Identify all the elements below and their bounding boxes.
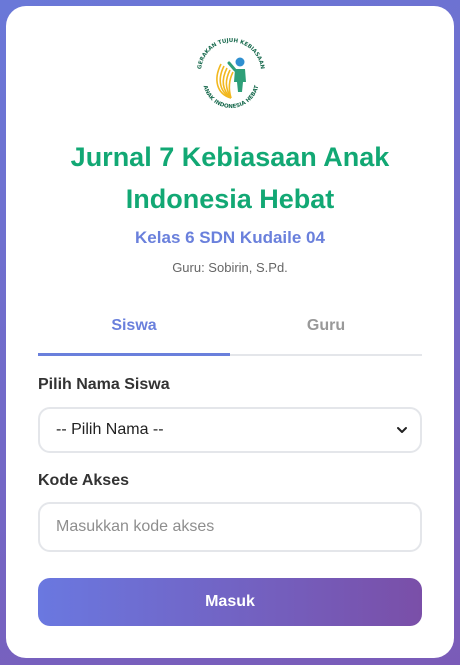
access-code-input[interactable]: Masukkan kode akses	[38, 502, 422, 552]
login-button[interactable]: Masuk	[38, 578, 422, 626]
tab-siswa[interactable]: Siswa	[38, 306, 230, 356]
access-code-placeholder: Masukkan kode akses	[56, 518, 215, 535]
chevron-down-icon	[397, 427, 407, 433]
seven-habits-logo-icon: GERAKAN TUJUH KEBIASAAN ANAK INDONESIA H…	[191, 36, 271, 112]
tab-guru[interactable]: Guru	[230, 306, 422, 354]
role-tabs: Siswa Guru	[38, 306, 422, 356]
login-card: GERAKAN TUJUH KEBIASAAN ANAK INDONESIA H…	[6, 6, 454, 658]
student-select[interactable]: -- Pilih Nama --	[38, 407, 422, 453]
student-select-value: -- Pilih Nama --	[56, 421, 164, 438]
teacher-name: Guru: Sobirin, S.Pd.	[172, 260, 288, 275]
access-code-label: Kode Akses	[38, 472, 129, 489]
page-title: Jurnal 7 Kebiasaan Anak Indonesia Hebat	[70, 142, 390, 214]
class-subtitle: Kelas 6 SDN Kudaile 04	[135, 228, 325, 247]
student-select-label: Pilih Nama Siswa	[38, 376, 170, 393]
